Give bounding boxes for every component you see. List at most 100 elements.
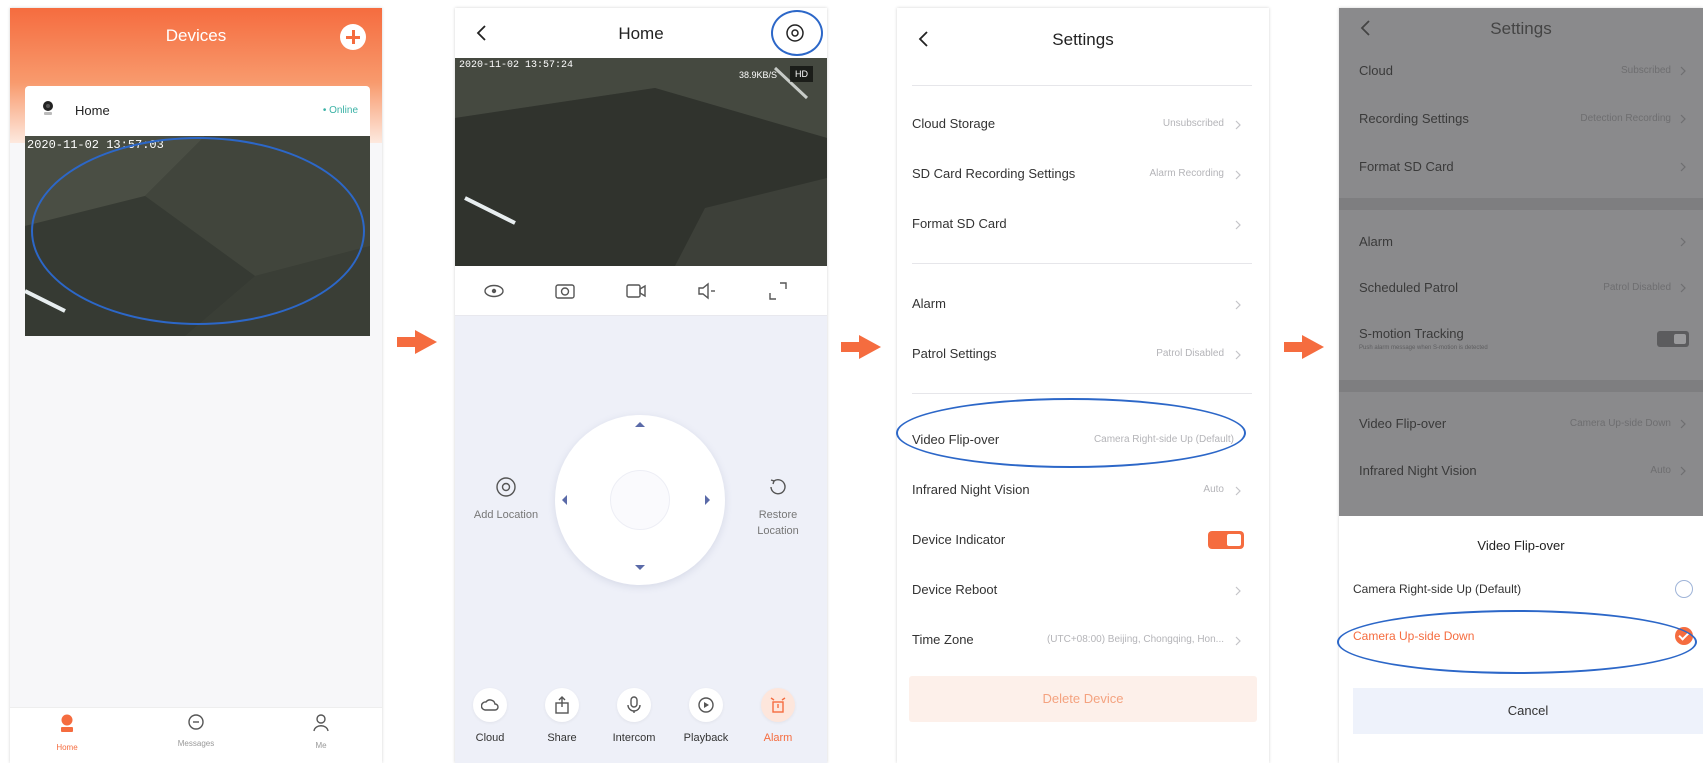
setting-device-indicator: Device Indicator bbox=[912, 516, 1252, 566]
chevron-right-icon bbox=[1235, 120, 1241, 130]
setting-value: Alarm Recording bbox=[1149, 168, 1224, 179]
ptz-left-icon[interactable] bbox=[557, 495, 567, 505]
nav-bar: Settings bbox=[897, 8, 1269, 68]
setting-label: SD Card Recording Settings bbox=[912, 166, 1076, 181]
setting-label: Cloud Storage bbox=[912, 116, 996, 131]
eye-icon[interactable] bbox=[481, 278, 507, 304]
intercom-button[interactable]: Intercom bbox=[599, 688, 669, 744]
radio-selected-icon[interactable] bbox=[1675, 627, 1693, 645]
divider bbox=[912, 263, 1252, 264]
setting-value: Unsubscribed bbox=[1162, 118, 1224, 129]
divider bbox=[912, 393, 1252, 394]
setting-patrol[interactable]: Patrol Settings Patrol Disabled bbox=[912, 330, 1252, 380]
chevron-right-icon bbox=[1235, 586, 1241, 596]
setting-alarm: Alarm bbox=[1359, 234, 1689, 274]
setting-value: Camera Up-side Down bbox=[1569, 418, 1671, 429]
setting-value: (UTC+08:00) Beijing, Chongqing, Hon... bbox=[1046, 634, 1224, 645]
tab-me[interactable]: Me bbox=[281, 714, 361, 750]
tab-home[interactable]: Home bbox=[27, 714, 107, 752]
option-label: Camera Up-side Down bbox=[1353, 629, 1475, 643]
ptz-down-icon[interactable] bbox=[635, 565, 645, 575]
setting-description: Push alarm message when S-motion is dete… bbox=[1359, 345, 1488, 351]
setting-label: Patrol Settings bbox=[912, 346, 997, 361]
quality-button[interactable]: HD bbox=[790, 66, 813, 82]
settings-gear-icon[interactable] bbox=[783, 21, 807, 45]
setting-alarm[interactable]: Alarm bbox=[912, 280, 1252, 330]
divider bbox=[1339, 198, 1703, 210]
chevron-right-icon bbox=[1680, 162, 1686, 172]
restore-location-button[interactable]: Restore Location bbox=[743, 476, 813, 539]
setting-cloud: Cloud Subscribed bbox=[1359, 63, 1689, 103]
setting-label: Scheduled Patrol bbox=[1359, 280, 1459, 295]
dimmed-settings: Settings Cloud Subscribed Recording Sett… bbox=[1339, 8, 1703, 516]
camera-icon[interactable] bbox=[552, 278, 578, 304]
page-title: Settings bbox=[1490, 19, 1552, 38]
mute-icon[interactable] bbox=[694, 278, 720, 304]
restore-location-icon bbox=[770, 479, 786, 495]
bottom-actions: Cloud Share Intercom Playback Alarm bbox=[455, 688, 827, 763]
setting-label: Video Flip-over bbox=[1359, 416, 1447, 431]
add-device-button[interactable] bbox=[340, 24, 366, 50]
divider bbox=[1339, 380, 1703, 392]
settings-screen: Settings Cloud Storage Unsubscribed SD C… bbox=[897, 8, 1269, 763]
live-video[interactable] bbox=[455, 58, 827, 266]
delete-device-button[interactable]: Delete Device bbox=[909, 676, 1257, 722]
tab-label: Messages bbox=[177, 739, 215, 748]
ptz-up-icon[interactable] bbox=[635, 417, 645, 427]
setting-recording: Recording Settings Detection Recording bbox=[1359, 111, 1689, 151]
status-badge: Online bbox=[323, 105, 358, 116]
cloud-button[interactable]: Cloud bbox=[455, 688, 525, 744]
setting-smotion: S-motion Tracking Push alarm message whe… bbox=[1359, 326, 1689, 366]
add-location-button[interactable]: Add Location bbox=[471, 476, 541, 523]
setting-video-flip[interactable]: Video Flip-over Camera Right-side Up (De… bbox=[912, 416, 1252, 466]
setting-label: Alarm bbox=[1359, 234, 1393, 249]
page-title: Settings bbox=[1052, 30, 1114, 49]
alarm-button[interactable]: Alarm bbox=[743, 688, 813, 744]
setting-infrared[interactable]: Infrared Night Vision Auto bbox=[912, 466, 1252, 516]
radio-unselected-icon[interactable] bbox=[1675, 580, 1693, 598]
chevron-right-icon bbox=[1680, 114, 1686, 124]
arrow-right-icon bbox=[397, 330, 437, 354]
setting-device-reboot[interactable]: Device Reboot bbox=[912, 566, 1252, 616]
ptz-center[interactable] bbox=[610, 470, 670, 530]
setting-label: Format SD Card bbox=[1359, 159, 1454, 174]
cancel-button[interactable]: Cancel bbox=[1353, 688, 1703, 734]
setting-value: Detection Recording bbox=[1580, 113, 1671, 124]
setting-label: Alarm bbox=[912, 296, 946, 311]
option-right-side-up[interactable]: Camera Right-side Up (Default) bbox=[1353, 576, 1693, 606]
setting-value: Camera Right-side Up (Default) bbox=[1093, 434, 1234, 445]
record-icon[interactable] bbox=[623, 278, 649, 304]
share-button[interactable]: Share bbox=[527, 688, 597, 744]
messages-icon bbox=[188, 714, 204, 730]
fullscreen-icon[interactable] bbox=[765, 278, 791, 304]
indicator-toggle[interactable] bbox=[1208, 531, 1244, 549]
setting-format-sd[interactable]: Format SD Card bbox=[912, 200, 1252, 250]
nav-bar: Home bbox=[455, 8, 827, 58]
add-location-icon bbox=[496, 477, 516, 497]
profile-icon bbox=[313, 714, 329, 732]
tab-bar: Home Messages Me bbox=[10, 707, 382, 763]
divider bbox=[912, 85, 1252, 86]
arrow-right-icon bbox=[1284, 335, 1324, 359]
camera-preview[interactable] bbox=[25, 136, 370, 336]
device-card[interactable]: Home Online 2020-11-02 13:57:03 bbox=[25, 86, 370, 336]
action-sheet: Video Flip-over Camera Right-side Up (De… bbox=[1339, 516, 1703, 763]
setting-time-zone[interactable]: Time Zone (UTC+08:00) Beijing, Chongqing… bbox=[912, 616, 1252, 666]
button-label: Share bbox=[547, 732, 577, 744]
ptz-right-icon[interactable] bbox=[705, 495, 715, 505]
home-icon bbox=[61, 714, 73, 732]
ptz-joystick[interactable] bbox=[555, 415, 725, 585]
option-up-side-down[interactable]: Camera Up-side Down bbox=[1353, 623, 1693, 653]
setting-cloud-storage[interactable]: Cloud Storage Unsubscribed bbox=[912, 100, 1252, 150]
timestamp: 2020-11-02 13:57:24 bbox=[459, 60, 574, 71]
setting-sd-recording[interactable]: SD Card Recording Settings Alarm Recordi… bbox=[912, 150, 1252, 200]
setting-label: Device Reboot bbox=[912, 582, 998, 597]
setting-value: Subscribed bbox=[1620, 65, 1671, 76]
setting-infrared: Infrared Night Vision Auto bbox=[1359, 463, 1689, 503]
setting-label: Cloud bbox=[1359, 63, 1393, 78]
chevron-right-icon bbox=[1235, 636, 1241, 646]
setting-label: Video Flip-over bbox=[912, 432, 1000, 447]
tab-messages[interactable]: Messages bbox=[156, 714, 236, 748]
add-location-label: Add Location bbox=[473, 509, 539, 521]
playback-button[interactable]: Playback bbox=[671, 688, 741, 744]
